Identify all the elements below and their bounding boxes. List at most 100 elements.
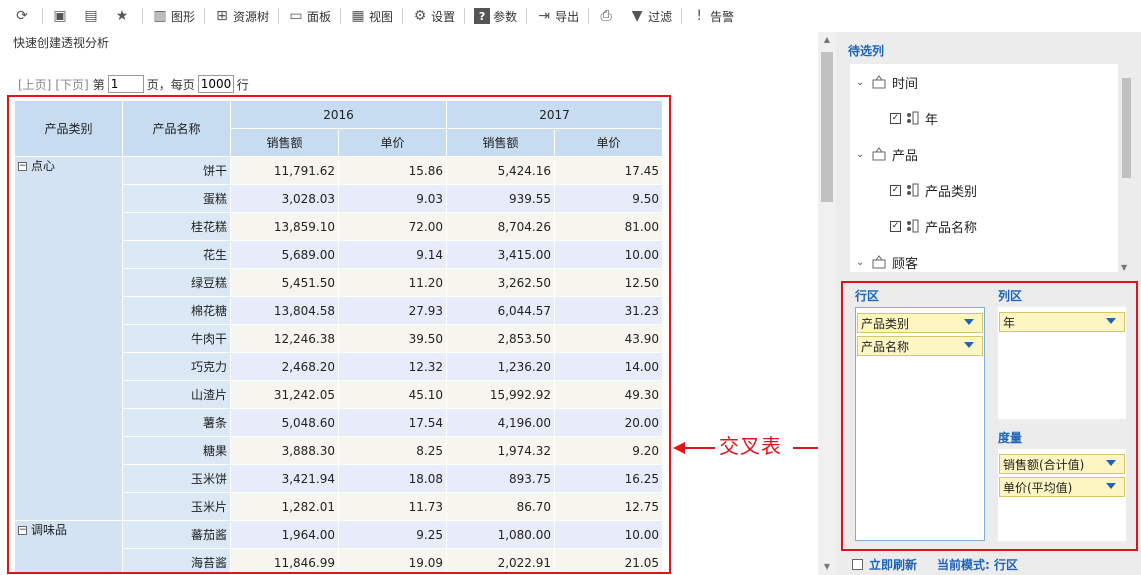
year-header: 2017 [446, 100, 663, 129]
tree-folder[interactable]: ⌄ 产品 [856, 144, 918, 164]
toolbar-separator [42, 8, 43, 24]
row-field-pill[interactable]: 产品类别 [857, 313, 983, 333]
page-number-input[interactable] [107, 75, 144, 93]
measure-field-pill[interactable]: 单价(平均值) [999, 477, 1125, 497]
value-cell: 11,846.99 [230, 548, 339, 572]
row-field-pill[interactable]: 产品名称 [857, 336, 983, 356]
field-checkbox[interactable]: ✓ [890, 112, 901, 124]
tree-folder[interactable]: ⌄ 时间 [856, 72, 918, 92]
star-button[interactable]: ★ [108, 3, 139, 29]
value-cell: 9.25 [338, 520, 447, 549]
col-field-pill[interactable]: 年 [999, 312, 1125, 332]
value-cell: 2,022.91 [446, 548, 555, 572]
next-page-link[interactable]: [下页] [55, 76, 88, 93]
refresh-checkbox[interactable] [852, 559, 863, 570]
toolbar-separator [681, 8, 683, 24]
scroll-up-icon[interactable]: ▲ [818, 32, 836, 48]
value-cell: 11.20 [338, 268, 447, 297]
view-button[interactable]: ▦ 视图 [344, 3, 399, 29]
tree-button[interactable]: ⊞ 资源树 [208, 3, 275, 29]
product-name-cell: 牛肉干 [122, 324, 231, 353]
toolbar-label: 视图 [369, 9, 394, 24]
value-cell: 939.55 [446, 184, 555, 213]
crosstab-annotation: 交叉表 [671, 433, 841, 463]
dropdown-arrow-icon[interactable] [964, 319, 974, 325]
star-icon: ★ [115, 8, 129, 24]
export-button[interactable]: ⇥ 导出 [530, 3, 585, 29]
value-cell: 81.00 [554, 212, 663, 241]
refresh-label[interactable]: 立即刷新 [869, 556, 917, 573]
scrollbar-thumb[interactable] [821, 52, 833, 202]
value-cell: 27.93 [338, 296, 447, 325]
value-cell: 18.08 [338, 464, 447, 493]
rows-suffix: 行 [236, 77, 249, 92]
tree-field[interactable]: ✓ 年 [890, 108, 938, 128]
measure-header: 单价 [554, 128, 663, 157]
measure-field-pill[interactable]: 销售额(合计值) [999, 454, 1125, 474]
year-header: 2016 [230, 100, 447, 129]
tree-scrollbar-thumb[interactable] [1122, 78, 1131, 178]
tree-field[interactable]: ✓ 产品名称 [890, 216, 977, 236]
prev-page-link[interactable]: [上页] [18, 76, 51, 93]
value-cell: 45.10 [338, 380, 447, 409]
print-button[interactable]: ⎙ [592, 3, 623, 29]
chevron-down-icon[interactable]: ⌄ [856, 149, 868, 160]
field-checkbox[interactable]: ✓ [890, 184, 901, 196]
value-cell: 12.75 [554, 492, 663, 521]
rows-per-page-input[interactable] [197, 75, 234, 93]
table-row: − 点心 饼干 11,791.62 15.86 5,424.16 17.45 [14, 156, 663, 521]
dropdown-arrow-icon[interactable] [1106, 318, 1116, 324]
scroll-down-icon[interactable]: ▼ [818, 559, 836, 575]
value-cell: 13,859.10 [230, 212, 339, 241]
value-cell: 31,242.05 [230, 380, 339, 409]
value-cell: 31.23 [554, 296, 663, 325]
field-checkbox[interactable]: ✓ [890, 220, 901, 232]
product-name-cell: 糖果 [122, 436, 231, 465]
gear-button[interactable]: ⚙ 设置 [406, 3, 461, 29]
dropdown-arrow-icon[interactable] [964, 342, 974, 348]
value-cell: 72.00 [338, 212, 447, 241]
product-name-cell: 桂花糕 [122, 212, 231, 241]
collapse-icon[interactable]: − [18, 526, 27, 535]
measure-zone[interactable]: 销售额(合计值) 单价(平均值) [998, 449, 1126, 541]
value-cell: 1,974.32 [446, 436, 555, 465]
tree-scrollbar[interactable]: ▼ [1120, 64, 1132, 272]
row-header-product: 产品名称 [122, 100, 231, 157]
product-name-cell: 饼干 [122, 156, 231, 185]
alert-button[interactable]: ! 告警 [685, 3, 740, 29]
value-cell: 5,424.16 [446, 156, 555, 185]
toolbar-separator [340, 8, 342, 24]
save-button[interactable]: ▣ [46, 3, 77, 29]
question-button[interactable]: ? 参数 [468, 3, 523, 29]
value-cell: 9.20 [554, 436, 663, 465]
value-cell: 12.32 [338, 352, 447, 381]
save-as-button[interactable]: ▤ [77, 3, 108, 29]
dropdown-arrow-icon[interactable] [1106, 460, 1116, 466]
chart-button[interactable]: ▥ 图形 [146, 3, 201, 29]
product-name-cell: 蛋糕 [122, 184, 231, 213]
collapse-icon[interactable]: − [18, 162, 27, 171]
col-zone[interactable]: 年 [998, 307, 1126, 419]
tree-scroll-down-icon[interactable]: ▼ [1121, 263, 1127, 272]
toolbar-label: 面板 [307, 9, 332, 24]
value-cell: 16.25 [554, 464, 663, 493]
value-cell: 3,028.03 [230, 184, 339, 213]
save-icon: ▣ [53, 8, 67, 24]
refresh-button[interactable]: ⟳ [8, 3, 39, 29]
dropdown-arrow-icon[interactable] [1106, 483, 1116, 489]
value-cell: 13,804.58 [230, 296, 339, 325]
tree-field[interactable]: ✓ 产品类别 [890, 180, 977, 200]
field-panel: 待选列 ⌄ 时间 ✓ 年 ⌄ 产品 ✓ 产品类别 ✓ 产品名称 ⌄ 顾客 ▼ 行区 列区 产品类别 产… [836, 32, 1141, 575]
chevron-down-icon[interactable]: ⌄ [856, 257, 868, 268]
chart-icon: ▥ [153, 8, 167, 24]
filter-button[interactable]: ▼ 过滤 [623, 3, 678, 29]
dimension-field-icon [905, 219, 919, 233]
product-name-cell: 山渣片 [122, 380, 231, 409]
toolbar-label: 资源树 [233, 9, 270, 24]
chevron-down-icon[interactable]: ⌄ [856, 77, 868, 88]
row-zone[interactable]: 产品类别 产品名称 [855, 307, 985, 541]
tree-folder[interactable]: ⌄ 顾客 [856, 252, 918, 272]
panel-button[interactable]: ▭ 面板 [282, 3, 337, 29]
main-scrollbar[interactable]: ▲ ▼ [818, 32, 836, 575]
value-cell: 5,048.60 [230, 408, 339, 437]
